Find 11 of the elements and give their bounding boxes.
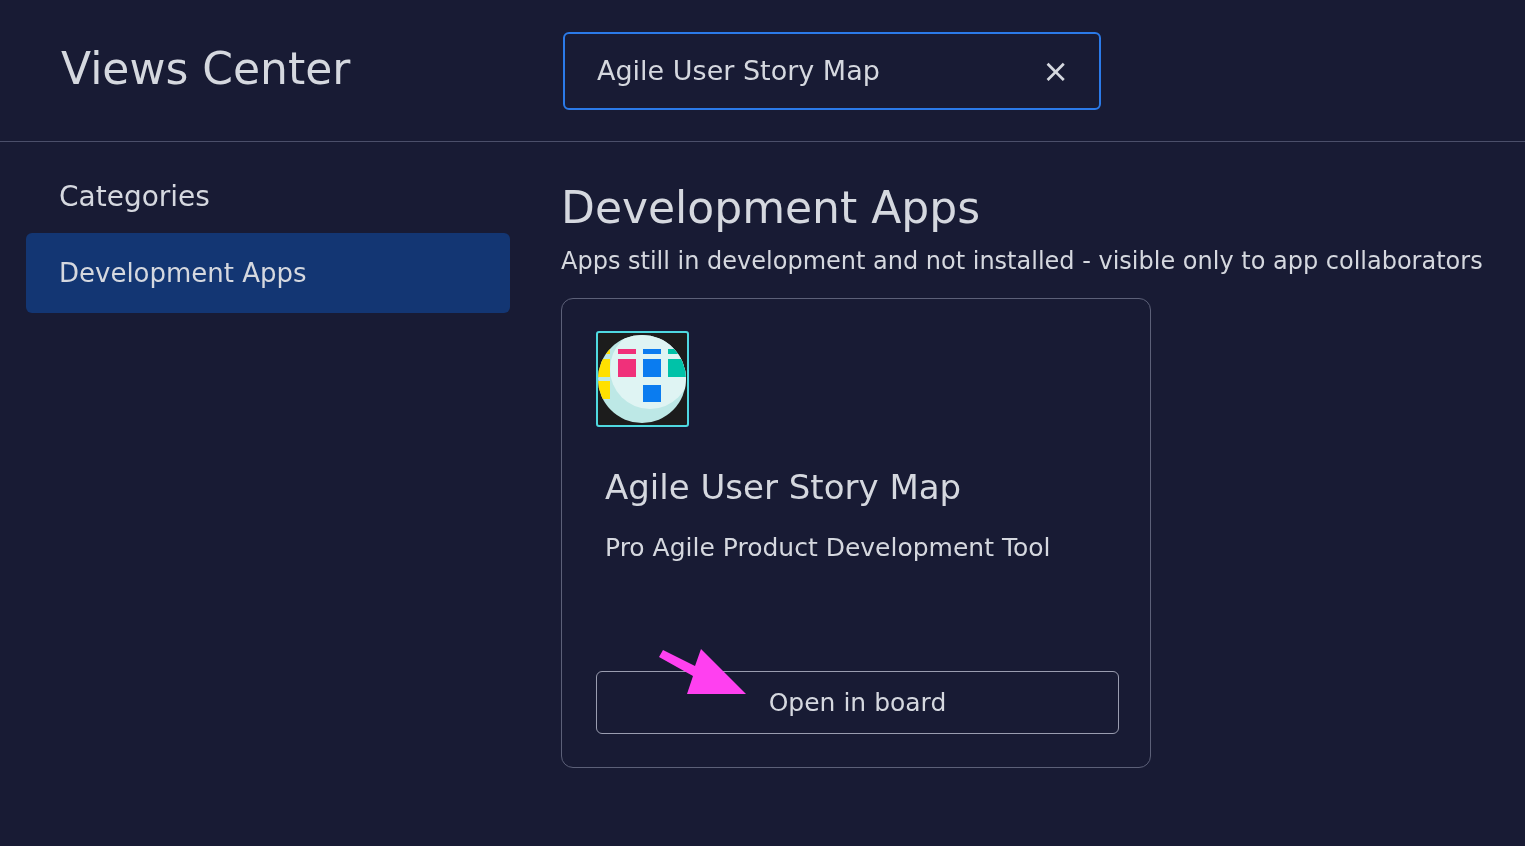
clear-button[interactable]: × [1042, 51, 1069, 90]
app-subtitle: Pro Agile Product Development Tool [605, 533, 1052, 562]
sidebar-item[interactable]: Development Apps [26, 233, 510, 313]
section-description: Apps still in development and not installed - visible only to app collaborators [561, 247, 1483, 275]
open-in-board-button[interactable]: Open in board [596, 671, 1119, 734]
search-field[interactable]: Agile User Story Map × [563, 31, 1101, 110]
sidebar-heading: Categories [59, 180, 211, 213]
page-title: Views Center [61, 43, 352, 94]
app-logo-icon [596, 331, 689, 427]
app-name: Agile User Story Map [605, 467, 963, 507]
section-title: Development Apps [561, 182, 981, 233]
